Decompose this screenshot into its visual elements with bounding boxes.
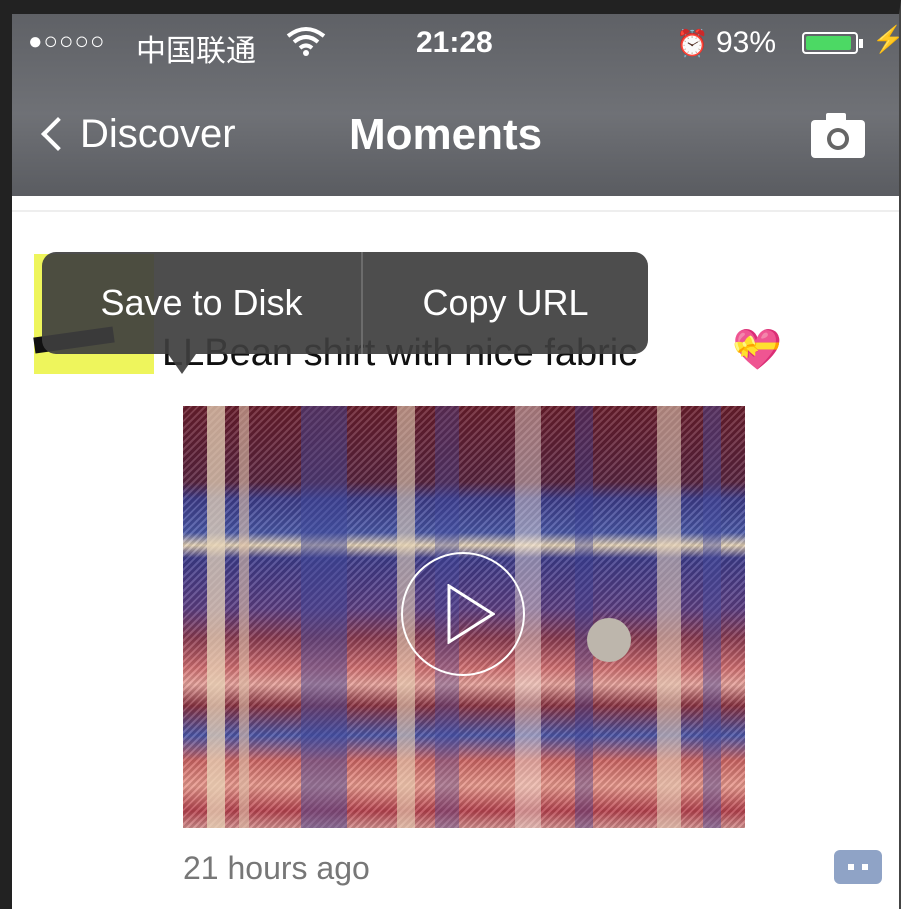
save-to-disk-button[interactable]: Save to Disk <box>42 252 361 354</box>
plaid-stripe <box>575 406 593 828</box>
chevron-left-icon <box>41 117 75 151</box>
header: ●○○○○ 中国联通 21:28 ⏰ 93% ⚡ Discover Moment… <box>12 14 899 196</box>
carrier-name: 中国联通 <box>136 35 256 68</box>
back-label: Discover <box>80 111 236 156</box>
charging-icon: ⚡ <box>872 24 899 55</box>
comment-dot <box>862 864 868 870</box>
header-divider <box>12 210 899 212</box>
heart-icon: 💝 <box>732 328 782 372</box>
video-thumbnail[interactable] <box>183 406 745 828</box>
plaid-stripe <box>301 406 347 828</box>
context-menu: Save to Disk Copy URL <box>42 252 648 354</box>
battery-tip <box>859 39 863 48</box>
play-icon[interactable] <box>401 552 525 676</box>
phone-screen: ●○○○○ 中国联通 21:28 ⏰ 93% ⚡ Discover Moment… <box>0 0 901 909</box>
battery-fill <box>806 36 851 50</box>
battery-percent: 93% <box>716 26 777 59</box>
post-timestamp: 21 hours ago <box>183 850 370 886</box>
camera-icon[interactable] <box>808 110 868 160</box>
plaid-stripe <box>239 406 249 828</box>
plaid-stripe <box>207 406 225 828</box>
signal-strength: ●○○○○ <box>28 28 106 55</box>
battery-icon <box>802 32 858 54</box>
back-button[interactable]: Discover <box>38 108 236 160</box>
page-title: Moments <box>349 110 543 159</box>
play-triangle-icon <box>447 584 495 644</box>
status-bar: ●○○○○ 中国联通 21:28 ⏰ 93% ⚡ <box>12 14 899 72</box>
clock: 21:28 <box>416 26 493 59</box>
menu-arrow <box>168 354 196 374</box>
plaid-stripe <box>703 406 721 828</box>
wifi-icon <box>286 27 326 56</box>
comment-icon[interactable] <box>834 850 882 884</box>
alarm-icon: ⏰ <box>676 28 709 58</box>
comment-dot <box>848 864 854 870</box>
plaid-stripe <box>657 406 681 828</box>
copy-url-button[interactable]: Copy URL <box>363 252 648 354</box>
shirt-button <box>587 618 631 662</box>
